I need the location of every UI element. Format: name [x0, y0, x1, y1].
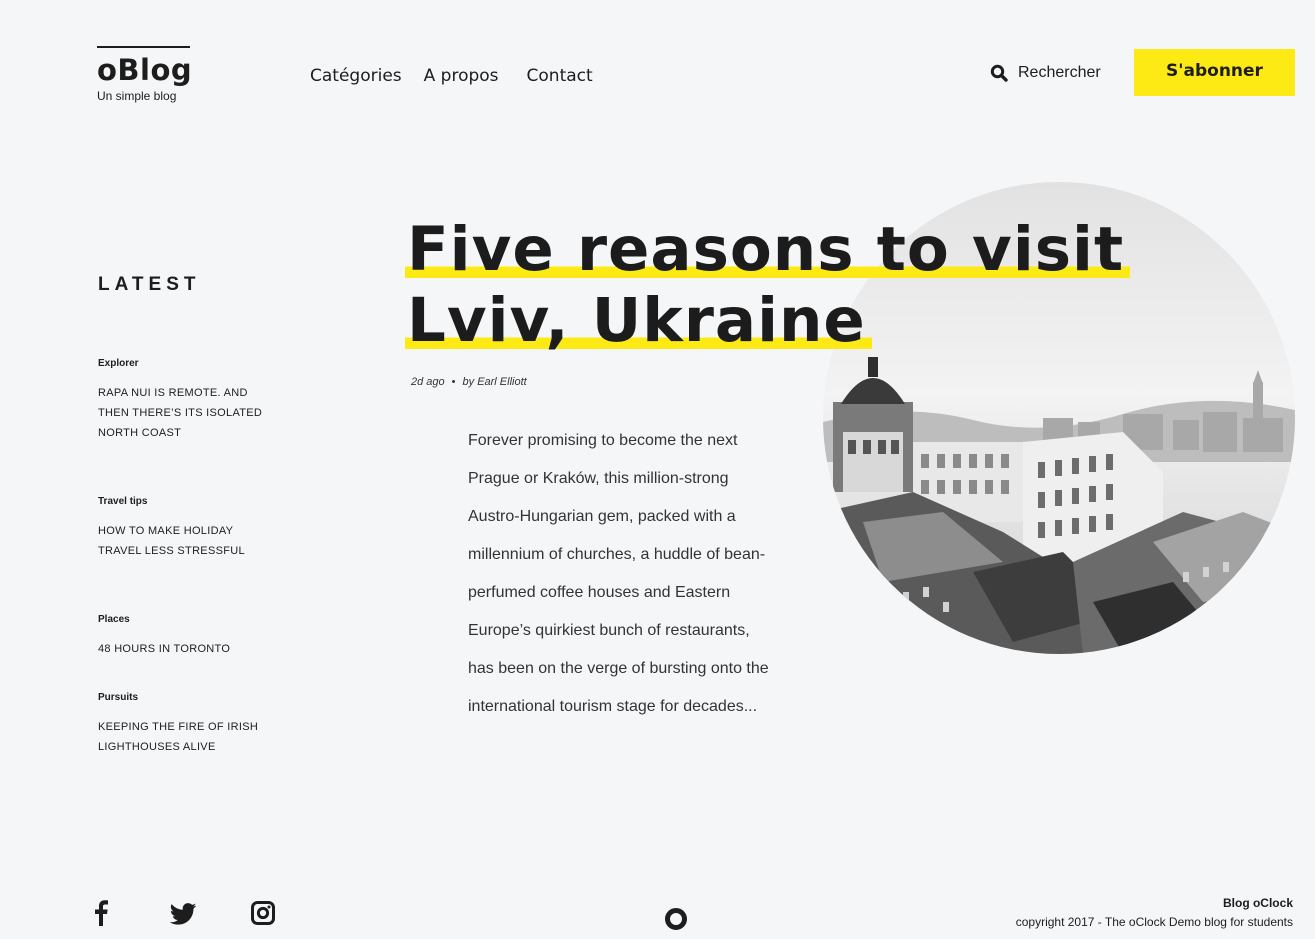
latest-item-link[interactable]: 48 HOURS IN TORONTO — [98, 639, 268, 659]
logo-bar — [97, 46, 190, 48]
logo-title: oBlog — [97, 53, 193, 87]
facebook-link[interactable] — [94, 900, 108, 931]
oclock-logo-icon[interactable] — [665, 908, 687, 930]
post-title-line-1: Five reasons to visit — [405, 214, 1131, 285]
footer-copyright: copyright 2017 - The oClock Demo blog fo… — [1015, 915, 1293, 929]
latest-heading: LATEST — [98, 274, 201, 295]
latest-item: Pursuits KEEPING THE FIRE OF IRISH LIGHT… — [98, 692, 268, 757]
footer-brand: Blog oClock — [1222, 896, 1293, 910]
search-label: Rechercher — [1018, 64, 1101, 81]
post-title[interactable]: Five reasons to visit Lviv, Ukraine — [405, 214, 1131, 356]
instagram-link[interactable] — [251, 900, 275, 931]
latest-item-category: Pursuits — [98, 692, 139, 703]
latest-item: Explorer RAPA NUI IS REMOTE. AND THEN TH… — [98, 358, 268, 443]
post-time: 2d ago — [411, 376, 445, 388]
latest-item: Places 48 HOURS IN TORONTO — [98, 614, 268, 659]
nav-item-about[interactable]: A propos — [424, 66, 499, 86]
logo-tagline: Un simple blog — [97, 89, 177, 103]
twitter-icon — [169, 903, 197, 925]
search-icon — [990, 64, 1008, 82]
latest-item: Travel tips HOW TO MAKE HOLIDAY TRAVEL L… — [98, 496, 268, 561]
latest-item-category: Places — [98, 614, 130, 625]
nav-item-contact[interactable]: Contact — [527, 66, 593, 86]
meta-separator: • — [451, 376, 456, 388]
instagram-icon — [251, 901, 275, 925]
post-excerpt: Forever promising to become the next Pra… — [468, 432, 769, 715]
site-logo[interactable]: oBlog Un simple blog — [97, 46, 193, 103]
facebook-icon — [95, 900, 108, 926]
post-author[interactable]: by Earl Elliott — [463, 376, 527, 388]
latest-item-link[interactable]: HOW TO MAKE HOLIDAY TRAVEL LESS STRESSFU… — [98, 521, 268, 561]
latest-item-link[interactable]: RAPA NUI IS REMOTE. AND THEN THERE’S ITS… — [98, 383, 268, 443]
post-title-line-2: Lviv, Ukraine — [405, 285, 872, 356]
search-button[interactable]: Rechercher — [990, 64, 1101, 82]
latest-item-link[interactable]: KEEPING THE FIRE OF IRISH LIGHTHOUSES AL… — [98, 717, 268, 757]
twitter-link[interactable] — [169, 903, 197, 930]
subscribe-button[interactable]: S'abonner — [1134, 49, 1295, 96]
nav-item-categories[interactable]: Catégories — [310, 66, 402, 86]
post-meta: 2d ago • by Earl Elliott — [411, 376, 527, 388]
latest-item-category: Explorer — [98, 358, 139, 369]
page: oBlog Un simple blog Catégories A propos… — [0, 0, 1315, 939]
main-nav: Catégories A propos Contact — [310, 66, 615, 86]
latest-item-category: Travel tips — [98, 496, 148, 507]
